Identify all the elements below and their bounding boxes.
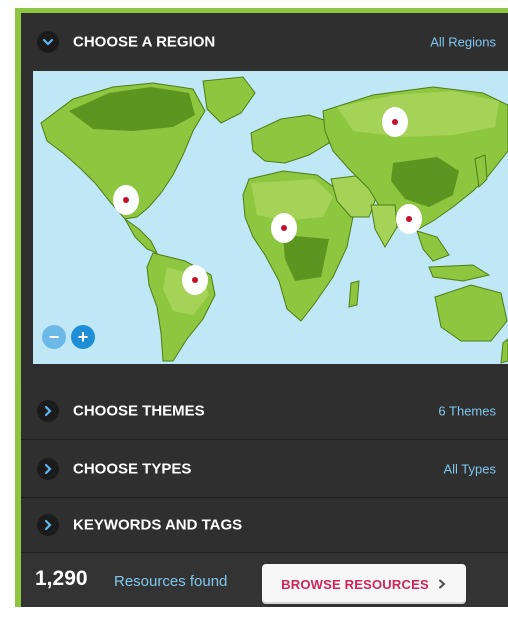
chevron-right-icon[interactable] xyxy=(37,457,59,480)
resource-count-label: Resources found xyxy=(114,573,228,590)
chevron-down-icon[interactable] xyxy=(37,31,59,53)
central-america-landmass xyxy=(124,218,159,254)
marker-north-america[interactable] xyxy=(113,185,139,215)
results-footer: 1,290 Resources found BROWSE RESOURCES xyxy=(21,553,508,607)
southeast-asia-landmass xyxy=(416,230,450,262)
world-map[interactable]: − + xyxy=(33,71,508,364)
canada-region xyxy=(69,87,195,131)
world-map-graphic xyxy=(40,76,508,364)
marker-africa[interactable] xyxy=(271,213,297,243)
marker-south-america[interactable] xyxy=(182,265,208,295)
browse-resources-button[interactable]: BROWSE RESOURCES xyxy=(262,564,466,604)
chevron-right-icon[interactable] xyxy=(37,514,59,536)
plus-icon: + xyxy=(77,327,89,347)
themes-filter-title: CHOOSE THEMES xyxy=(73,402,205,419)
filter-container: CHOOSE A REGION All Regions − + CHOOSE T… xyxy=(21,13,508,607)
australia-landmass xyxy=(434,284,508,342)
india-landmass xyxy=(370,204,398,248)
keywords-filter-header[interactable]: KEYWORDS AND TAGS xyxy=(21,498,508,553)
marker-east-asia[interactable] xyxy=(396,204,422,234)
madagascar-landmass xyxy=(348,280,360,308)
search-filter-panel: CHOOSE A REGION All Regions − + CHOOSE T… xyxy=(15,8,508,607)
keywords-filter-title: KEYWORDS AND TAGS xyxy=(73,516,243,534)
zoom-out-button[interactable]: − xyxy=(42,325,66,349)
minus-icon: − xyxy=(48,327,60,347)
marker-russia[interactable] xyxy=(382,107,408,137)
north-africa-region xyxy=(251,179,333,221)
new-zealand-landmass xyxy=(500,338,508,364)
chevron-right-icon[interactable] xyxy=(37,399,59,422)
region-filter-title: CHOOSE A REGION xyxy=(73,33,216,51)
resource-count: 1,290 xyxy=(35,567,88,590)
chevron-right-icon xyxy=(438,579,446,589)
zoom-in-button[interactable]: + xyxy=(71,325,95,349)
europe-landmass xyxy=(250,114,334,164)
themes-filter-value[interactable]: 6 Themes xyxy=(438,403,496,418)
types-filter-value[interactable]: All Types xyxy=(443,461,496,476)
region-filter-value[interactable]: All Regions xyxy=(430,35,496,50)
themes-filter-header[interactable]: CHOOSE THEMES 6 Themes xyxy=(21,382,508,440)
browse-resources-label: BROWSE RESOURCES xyxy=(281,576,429,592)
russia-region xyxy=(337,91,499,137)
indonesia-landmass xyxy=(428,264,491,282)
types-filter-title: CHOOSE TYPES xyxy=(73,460,192,477)
types-filter-header[interactable]: CHOOSE TYPES All Types xyxy=(21,440,508,498)
region-filter-header[interactable]: CHOOSE A REGION All Regions xyxy=(21,13,508,71)
greenland-landmass xyxy=(202,76,256,124)
